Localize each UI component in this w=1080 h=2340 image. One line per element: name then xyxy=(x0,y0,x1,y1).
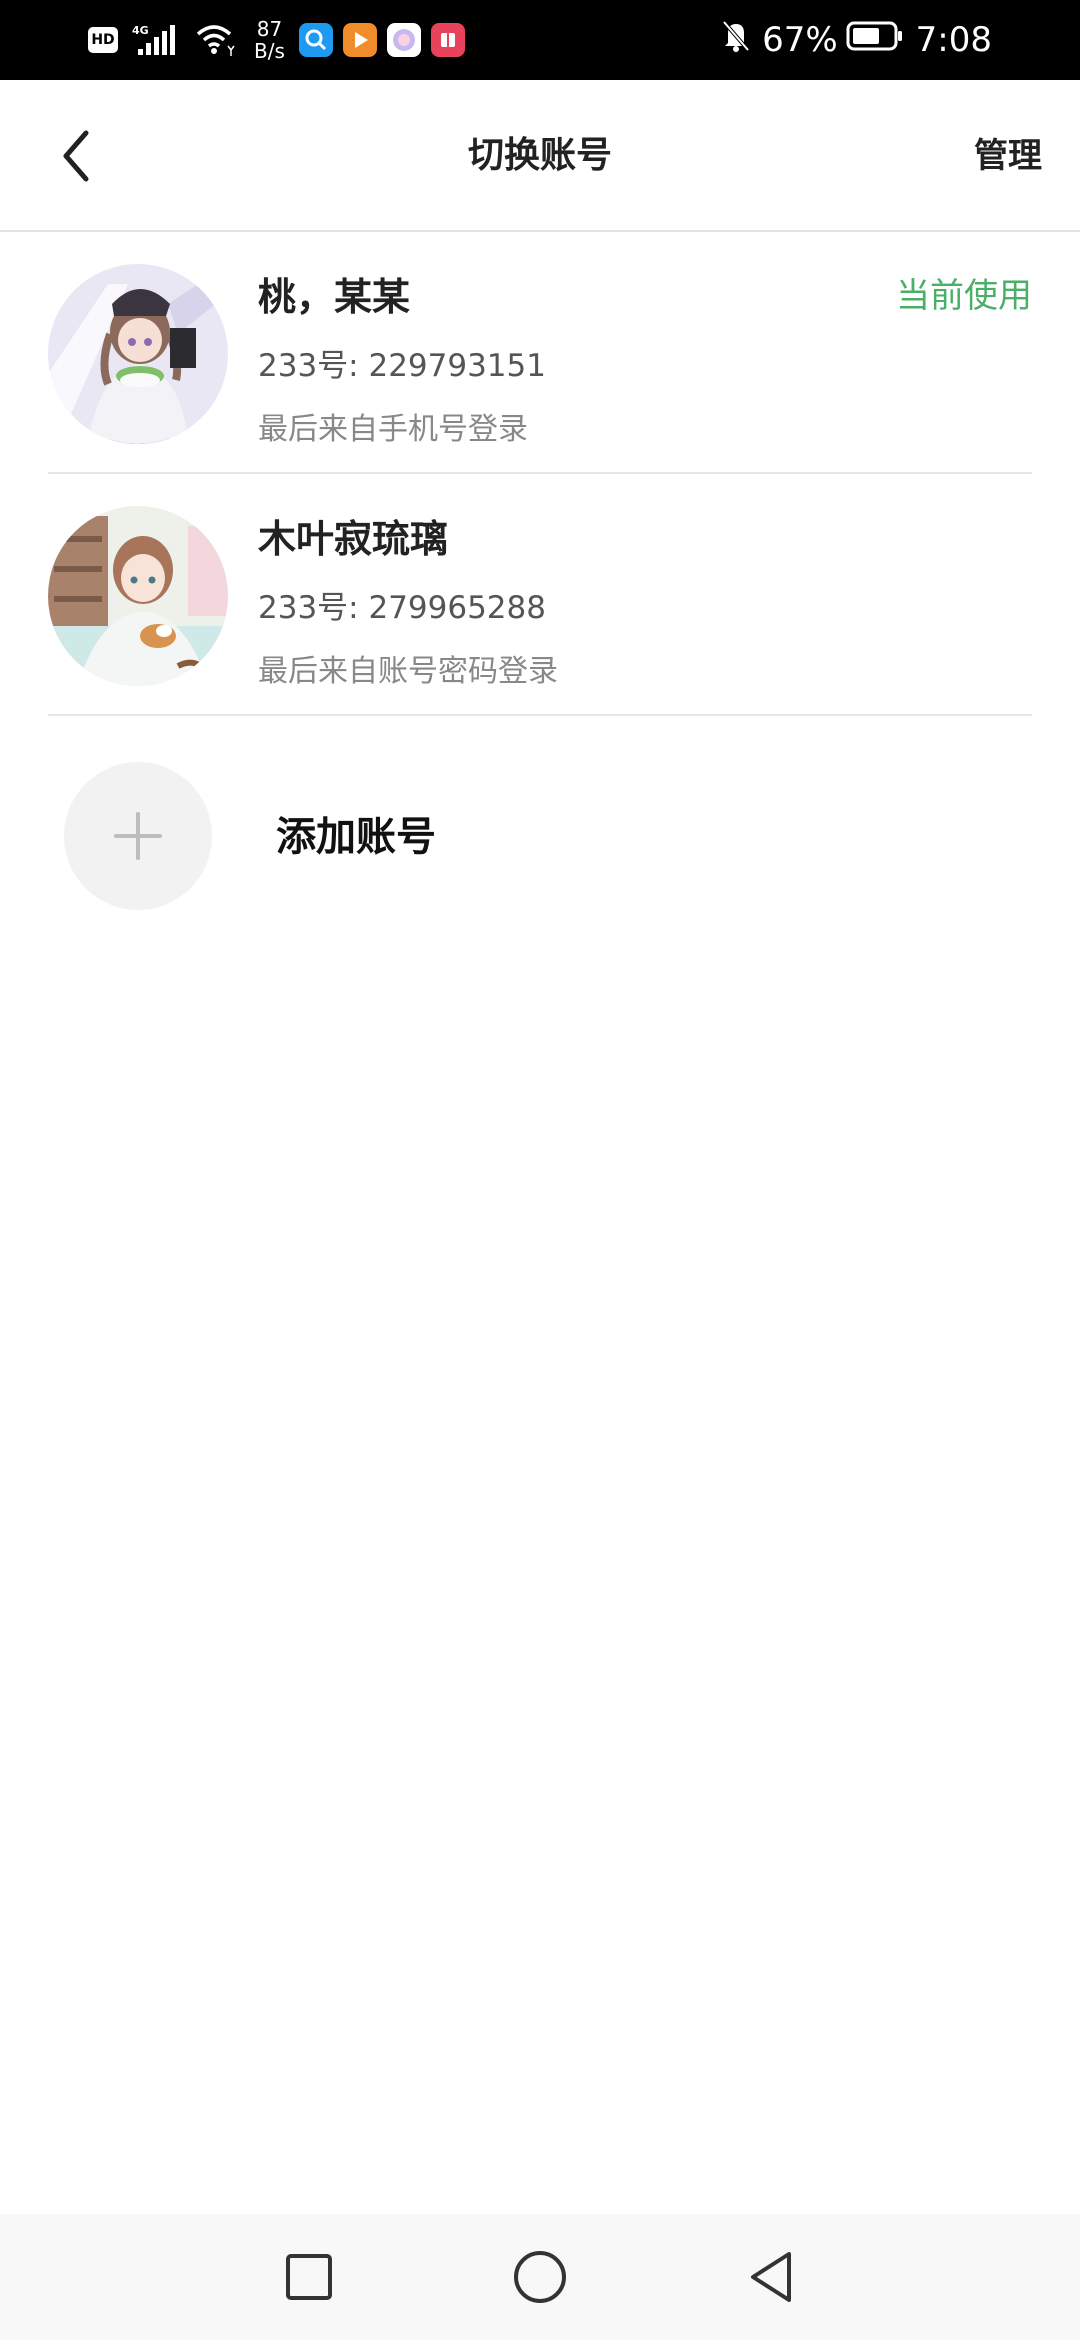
wifi-icon xyxy=(196,24,236,56)
signal-strength-icon: 4G xyxy=(132,23,182,57)
account-name: 木叶寂琉璃 xyxy=(258,517,449,561)
account-login-method: 最后来自账号密码登录 xyxy=(258,654,558,689)
chevron-left-icon xyxy=(63,130,89,182)
back-button[interactable] xyxy=(48,120,104,192)
account-name: 桃，某某 xyxy=(258,275,411,319)
book-app-icon xyxy=(430,23,465,57)
search-app-icon xyxy=(298,23,333,57)
hd-voice-badge: HD xyxy=(88,27,118,53)
network-type-label: 4G xyxy=(132,24,149,37)
page-title: 切换账号 xyxy=(467,135,612,176)
silent-bell-icon xyxy=(720,19,752,62)
account-item[interactable]: 桃，某某 233号: 229793151 最后来自手机号登录 当前使用 xyxy=(48,232,1032,474)
status-bar: HD 4G 87 B/s 67% 7:08 xyxy=(0,0,1080,80)
add-account-circle xyxy=(64,762,212,910)
net-speed-unit: B/s xyxy=(254,39,285,63)
battery-icon xyxy=(846,20,904,61)
add-account-label: 添加账号 xyxy=(276,814,436,860)
home-button[interactable] xyxy=(505,2242,575,2312)
account-login-method: 最后来自手机号登录 xyxy=(258,412,528,447)
gallery-app-icon xyxy=(386,23,421,57)
video-app-icon xyxy=(342,23,377,57)
manage-button[interactable]: 管理 xyxy=(974,80,1042,232)
system-navigation-bar xyxy=(0,2214,1080,2340)
back-nav-button[interactable] xyxy=(736,2242,806,2312)
triangle-back-icon xyxy=(751,2252,791,2302)
title-bar: 切换账号 管理 xyxy=(0,80,1080,232)
avatar xyxy=(48,264,228,444)
status-clock: 7:08 xyxy=(915,20,992,60)
current-account-badge: 当前使用 xyxy=(896,276,1032,316)
recent-apps-button[interactable] xyxy=(274,2242,344,2312)
net-speed-value: 87 xyxy=(256,17,283,41)
add-account-button[interactable]: 添加账号 xyxy=(48,740,1032,930)
avatar xyxy=(48,506,228,686)
account-id: 233号: 279965288 xyxy=(258,590,546,626)
account-item[interactable]: 木叶寂琉璃 233号: 279965288 最后来自账号密码登录 xyxy=(48,474,1032,716)
account-id: 233号: 229793151 xyxy=(258,348,546,384)
circle-icon xyxy=(514,2251,566,2303)
battery-percent: 67% xyxy=(762,20,838,60)
plus-icon xyxy=(114,812,162,860)
square-icon xyxy=(286,2254,332,2300)
network-speed-indicator: 87 B/s xyxy=(254,18,285,62)
